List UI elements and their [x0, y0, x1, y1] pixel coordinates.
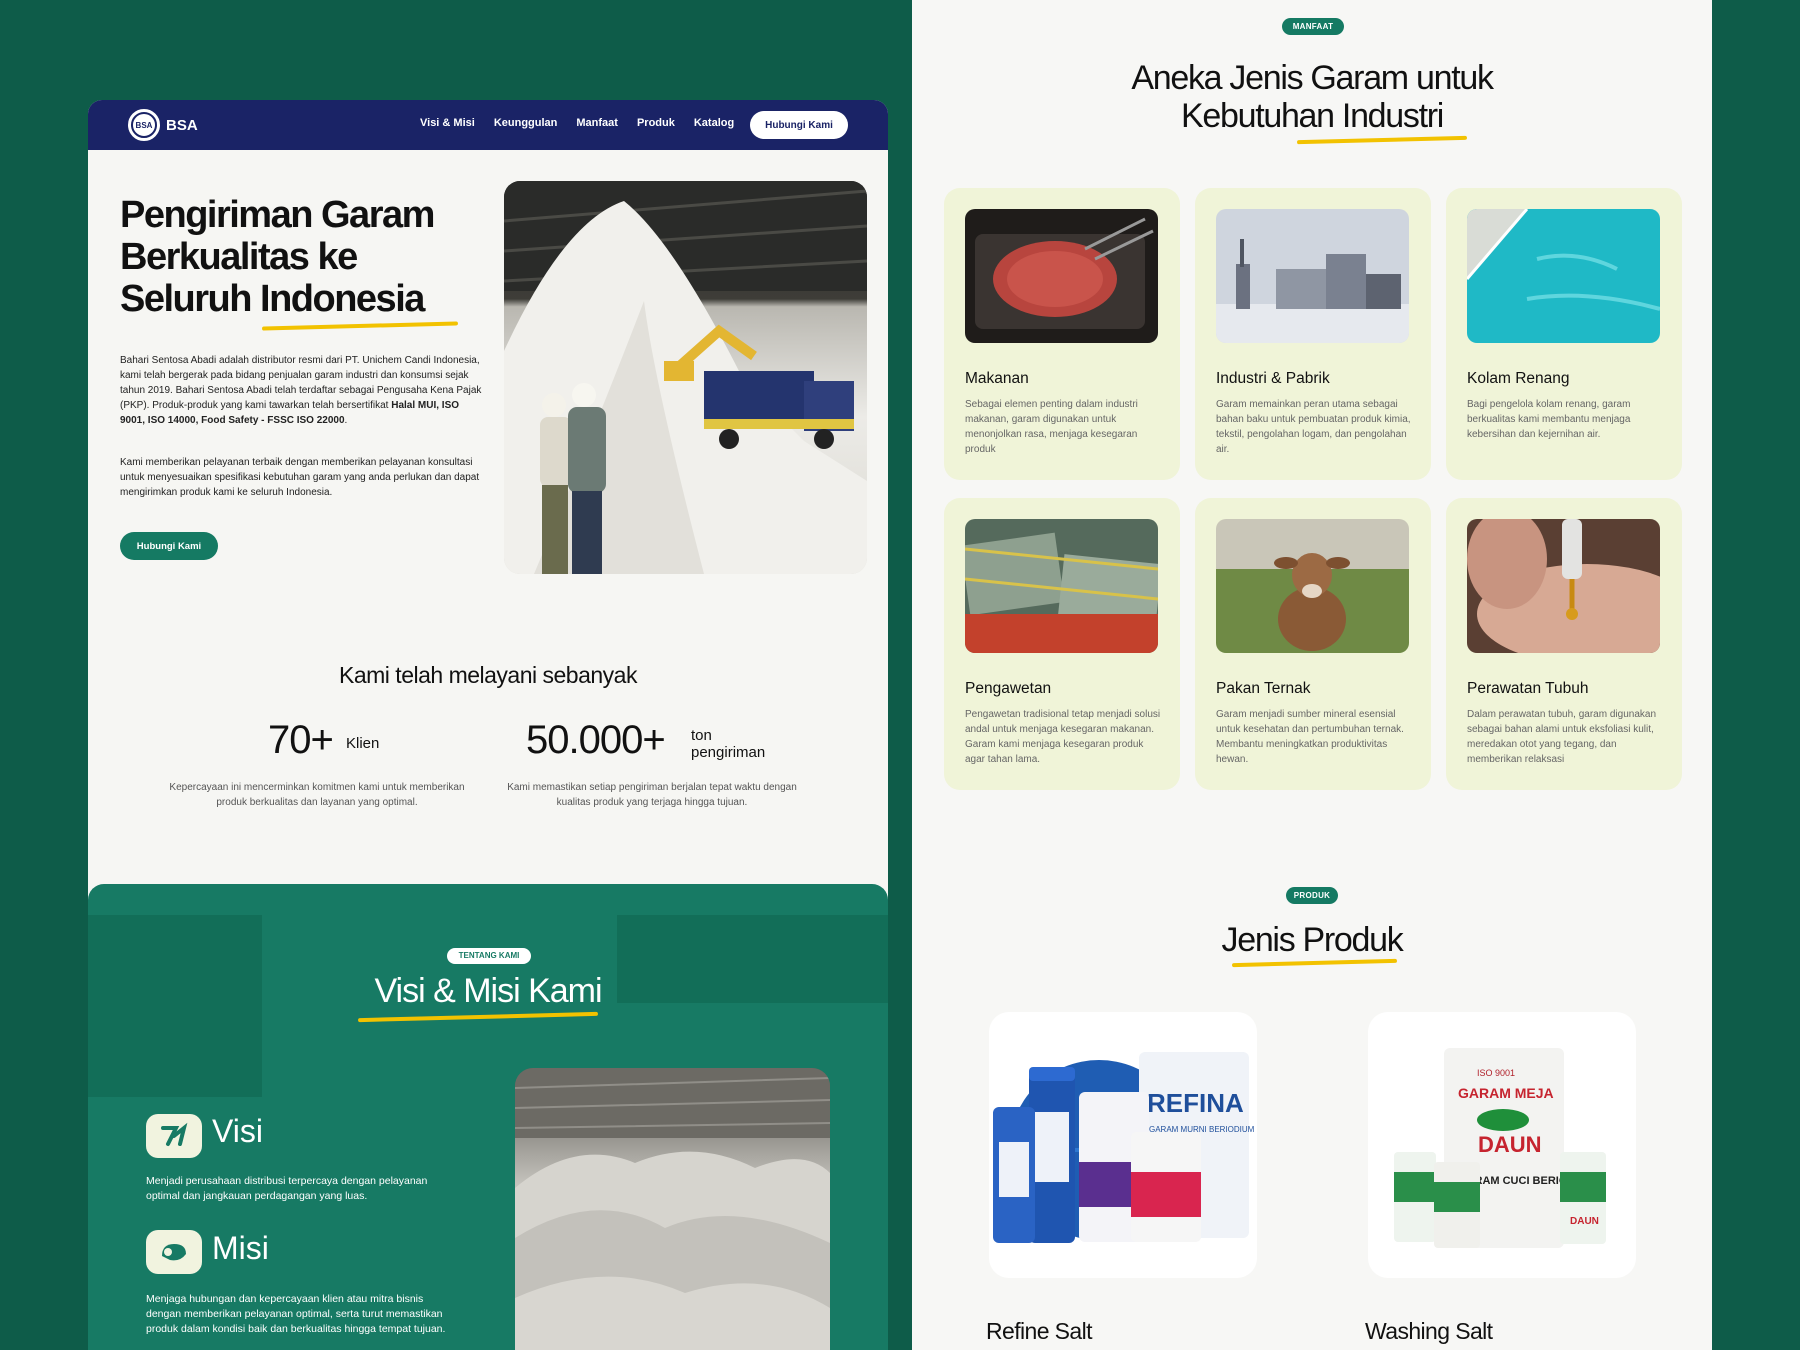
benefit-description: Sebagai elemen penting dalam industri ma… — [965, 399, 1138, 455]
calf-image — [1216, 519, 1409, 653]
product-name[interactable]: Washing Salt — [1365, 1318, 1493, 1345]
benefit-description: Dalam perawatan tubuh, garam digunakan s… — [1467, 709, 1657, 765]
fish-image — [965, 519, 1158, 653]
landing-page-right: MANFAAT Aneka Jenis Garam untuk Kebutuhan… — [912, 0, 1712, 1350]
svg-text:ISO 9001: ISO 9001 — [1477, 1068, 1515, 1078]
nav-item-katalog[interactable]: Katalog — [694, 117, 734, 129]
nav-item-keunggulan[interactable]: Keunggulan — [494, 117, 558, 129]
stat-clients-description: Kepercayaan ini mencerminkan komitmen ka… — [169, 782, 465, 808]
benefit-title: Pakan Ternak — [1216, 680, 1311, 697]
logo-mark: BSA — [128, 109, 160, 141]
benefit-description: Garam menjadi sumber mineral esensial un… — [1216, 709, 1404, 765]
skincare-image — [1467, 519, 1660, 653]
salt-pile-image — [515, 1068, 830, 1350]
benefit-description: Bagi pengelola kolam renang, garam berku… — [1467, 399, 1631, 440]
benefits-badge: MANFAAT — [1282, 18, 1344, 35]
svg-text:DAUN: DAUN — [1478, 1132, 1542, 1157]
benefit-description: Pengawetan tradisional tetap menjadi sol… — [965, 709, 1161, 765]
title-underline — [261, 321, 459, 331]
benefit-card-pool: Kolam Renang Bagi pengelola kolam renang… — [1446, 188, 1682, 480]
benefit-title: Kolam Renang — [1467, 370, 1570, 387]
hero-image-salt-warehouse — [504, 181, 867, 574]
mission-handshake-icon — [146, 1230, 202, 1274]
vision-mission-section: TENTANG KAMI Visi & Misi Kami Visi Menja… — [88, 884, 888, 1350]
benefit-title: Industri & Pabrik — [1216, 370, 1330, 387]
products-title: Jenis Produk — [1221, 921, 1404, 959]
hero-title: Pengiriman Garam Berkualitas ke Seluruh … — [120, 194, 435, 320]
svg-text:REFINA: REFINA — [1147, 1088, 1244, 1118]
benefit-title: Perawatan Tubuh — [1467, 680, 1589, 697]
svg-text:DAUN: DAUN — [1570, 1216, 1599, 1227]
benefit-title: Pengawetan — [965, 680, 1052, 697]
hero-description: Bahari Sentosa Abadi adalah distributor … — [120, 355, 482, 426]
title-underline — [1231, 958, 1398, 968]
product-name[interactable]: Refine Salt — [986, 1318, 1093, 1345]
stat-shipment-number: 50.000+ — [526, 718, 666, 762]
title-underline — [1296, 135, 1468, 145]
about-badge: TENTANG KAMI — [447, 948, 531, 964]
benefits-title: Aneka Jenis Garam untuk Kebutuhan Industr… — [1131, 59, 1494, 135]
svg-text:GARAM MEJA: GARAM MEJA — [1458, 1085, 1554, 1101]
logo-text: BSA — [166, 116, 198, 134]
mission-heading: Misi — [212, 1230, 269, 1266]
nav-item-visi-misi[interactable]: Visi & Misi — [420, 117, 475, 129]
contact-button[interactable]: Hubungi Kami — [750, 111, 848, 139]
products-badge: PRODUK — [1286, 887, 1338, 904]
stat-shipment-description: Kami memastikan setiap pengiriman berjal… — [507, 782, 797, 808]
stat-clients-number: 70+ — [268, 718, 334, 762]
vision-text: Menjadi perusahaan distribusi terpercaya… — [146, 1175, 428, 1202]
mission-text: Menjaga hubungan dan kepercayaan klien a… — [146, 1293, 446, 1335]
nav-item-produk[interactable]: Produk — [637, 117, 675, 129]
hero-contact-button[interactable]: Hubungi Kami — [120, 532, 218, 560]
food-image — [965, 209, 1158, 343]
benefit-card-food: Makanan Sebagai elemen penting dalam ind… — [944, 188, 1180, 480]
benefit-card-industry: Industri & Pabrik Garam memainkan peran … — [1195, 188, 1431, 480]
benefit-card-body-care: Perawatan Tubuh Dalam perawatan tubuh, g… — [1446, 498, 1682, 790]
vision-icon — [146, 1114, 202, 1158]
benefit-description: Garam memainkan peran utama sebagai baha… — [1216, 399, 1411, 455]
logo[interactable]: BSA BSA — [128, 109, 198, 141]
pool-image — [1467, 209, 1660, 343]
benefit-card-livestock: Pakan Ternak Garam menjadi sumber minera… — [1195, 498, 1431, 790]
hero-description-2: Kami memberikan pelayanan terbaik dengan… — [120, 457, 480, 498]
stat-clients-unit: Klien — [346, 735, 380, 752]
stat-shipment-unit: ton pengiriman — [691, 727, 766, 761]
logo-mark-text: BSA — [131, 112, 157, 138]
vision-mission-title: Visi & Misi Kami — [374, 972, 602, 1010]
navbar: BSA BSA Visi & Misi Keunggulan Manfaat P… — [88, 100, 888, 150]
stats-heading: Kami telah melayani sebanyak — [339, 662, 637, 688]
landing-page-left: BSA BSA Visi & Misi Keunggulan Manfaat P… — [88, 100, 888, 1350]
title-underline — [357, 1011, 599, 1023]
benefit-card-preservation: Pengawetan Pengawetan tradisional tetap … — [944, 498, 1180, 790]
washing-salt-packaging-image: ISO 9001 GARAM MEJA DAUN GARAM CUCI BERI… — [1394, 1048, 1606, 1248]
nav-item-manfaat[interactable]: Manfaat — [576, 117, 618, 129]
factory-image — [1216, 209, 1409, 343]
refine-salt-packaging-image: REFINA GARAM MURNI BERIODIUM — [993, 1052, 1255, 1243]
benefit-title: Makanan — [965, 370, 1029, 387]
product-card-washing-salt[interactable]: ISO 9001 GARAM MEJA DAUN GARAM CUCI BERI… — [1368, 1012, 1636, 1278]
vision-heading: Visi — [212, 1113, 263, 1149]
product-card-refine-salt[interactable]: REFINA GARAM MURNI BERIODIUM — [989, 1012, 1257, 1278]
nav-menu: Visi & Misi Keunggulan Manfaat Produk Ka… — [420, 117, 734, 129]
